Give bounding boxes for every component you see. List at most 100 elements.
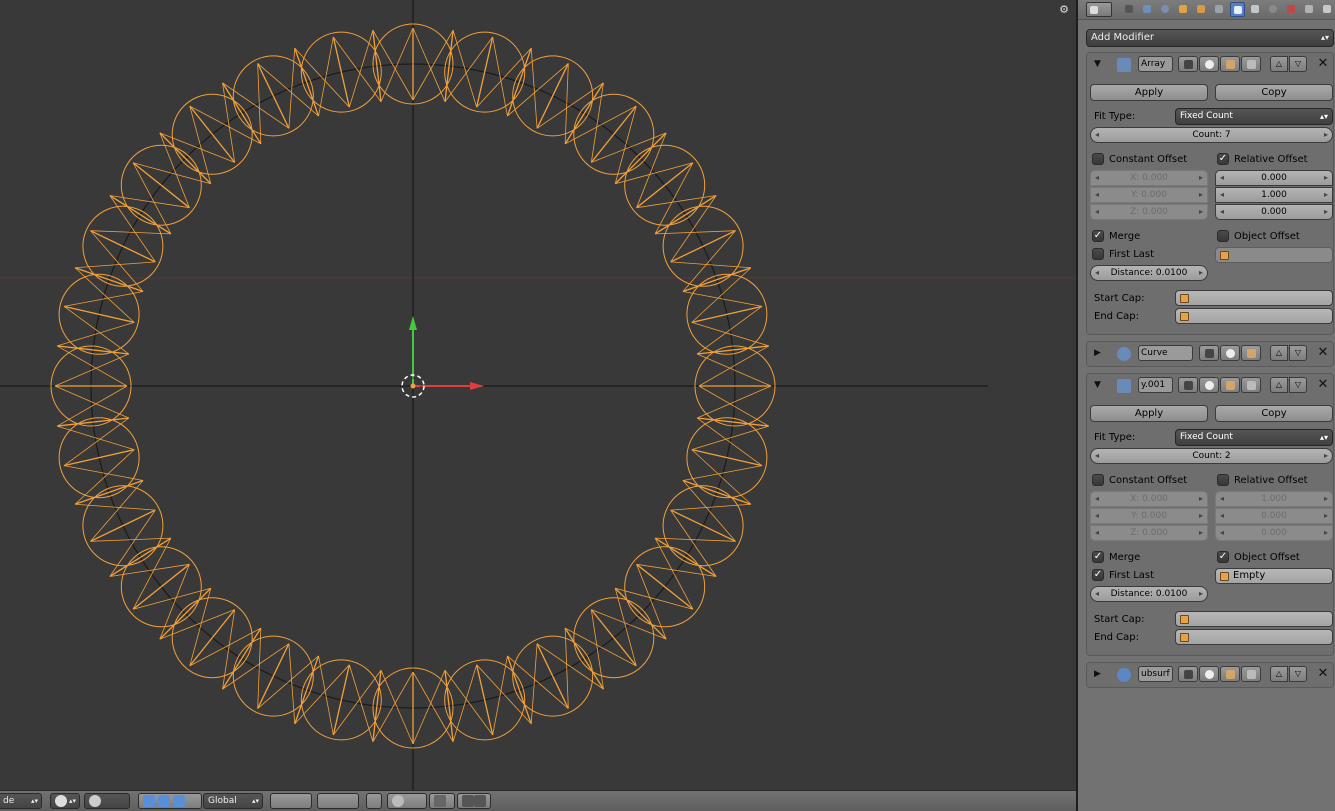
render-context-tab[interactable] — [1122, 2, 1137, 17]
constant-offset-checkbox[interactable] — [1092, 474, 1104, 486]
constant-offset-z[interactable]: Z: 0.000 — [1090, 525, 1208, 541]
world-context-tab[interactable] — [1176, 2, 1191, 17]
render-layers-context-tab[interactable] — [1140, 2, 1155, 17]
data-context-tab[interactable] — [1248, 2, 1263, 17]
modifier-name-field[interactable]: ubsurf — [1138, 666, 1173, 682]
render-toggle[interactable] — [1199, 345, 1219, 361]
viewport-toggle[interactable] — [1199, 56, 1219, 72]
move-up-button[interactable]: △ — [1270, 345, 1288, 361]
relative-offset-z[interactable]: 0.000 — [1215, 525, 1333, 541]
gear-icon[interactable]: ⚙ — [1058, 4, 1070, 16]
move-down-button[interactable]: ▽ — [1289, 666, 1307, 682]
modifier-name-field[interactable]: y.001 — [1138, 377, 1173, 393]
constant-offset-y[interactable]: Y: 0.000 — [1090, 187, 1208, 203]
merge-checkbox[interactable]: ✓ — [1092, 230, 1104, 242]
merge-checkbox[interactable]: ✓ — [1092, 551, 1104, 563]
count-field[interactable]: Count: 7 — [1090, 127, 1333, 143]
viewport-toggle[interactable] — [1199, 377, 1219, 393]
relative-offset-y[interactable]: 0.000 — [1215, 508, 1333, 524]
add-modifier-dropdown[interactable]: Add Modifier ▴▾ — [1086, 29, 1334, 47]
count-field[interactable]: Count: 2 — [1090, 448, 1333, 464]
cage-toggle[interactable] — [1241, 377, 1261, 393]
object-offset-field[interactable]: Empty — [1215, 568, 1333, 584]
object-context-tab[interactable] — [1194, 2, 1209, 17]
constant-offset-x[interactable]: X: 0.000 — [1090, 170, 1208, 186]
editor-type-menu[interactable] — [1086, 2, 1112, 17]
viewport-canvas[interactable] — [0, 0, 1076, 790]
fit-type-dropdown[interactable]: Fixed Count ▴▾ — [1175, 429, 1333, 446]
render-toggle[interactable] — [1178, 56, 1198, 72]
render-toggle[interactable] — [1178, 666, 1198, 682]
relative-offset-z[interactable]: 0.000 — [1215, 204, 1333, 220]
modifier-name-field[interactable]: Curve — [1138, 345, 1193, 361]
collapse-triangle-icon[interactable]: ▼ — [1094, 380, 1101, 390]
texture-context-tab[interactable] — [1284, 2, 1299, 17]
object-offset-checkbox[interactable] — [1217, 230, 1229, 242]
constraints-context-tab[interactable] — [1212, 2, 1227, 17]
mode-selector[interactable]: de ▴▾ — [0, 793, 42, 809]
remove-modifier-button[interactable]: ✕ — [1316, 666, 1330, 682]
material-context-tab[interactable] — [1266, 2, 1281, 17]
render-buttons[interactable] — [457, 793, 491, 809]
modifier-name-field[interactable]: Array — [1138, 56, 1173, 72]
viewport-toggle[interactable] — [1199, 666, 1219, 682]
move-down-button[interactable]: ▽ — [1289, 56, 1307, 72]
orientation-selector[interactable]: Global ▴▾ — [203, 793, 263, 809]
first-last-checkbox[interactable]: ✓ — [1092, 569, 1104, 581]
apply-button[interactable]: Apply — [1090, 84, 1208, 101]
editmode-toggle[interactable] — [1241, 345, 1261, 361]
constant-offset-y[interactable]: Y: 0.000 — [1090, 508, 1208, 524]
cage-toggle[interactable] — [1241, 56, 1261, 72]
remove-modifier-button[interactable]: ✕ — [1316, 377, 1330, 393]
viewport-toggle[interactable] — [1220, 345, 1240, 361]
end-cap-field[interactable] — [1175, 308, 1333, 324]
particles-context-tab[interactable] — [1302, 2, 1317, 17]
object-offset-checkbox[interactable]: ✓ — [1217, 551, 1229, 563]
relative-offset-checkbox[interactable] — [1217, 474, 1229, 486]
cage-toggle[interactable] — [1241, 666, 1261, 682]
constant-offset-z[interactable]: Z: 0.000 — [1090, 204, 1208, 220]
move-up-button[interactable]: △ — [1270, 56, 1288, 72]
distance-field[interactable]: Distance: 0.0100 — [1090, 586, 1208, 602]
end-cap-field[interactable] — [1175, 629, 1333, 645]
proportional-editing[interactable] — [387, 793, 427, 809]
collapse-triangle-icon[interactable]: ▼ — [1094, 59, 1101, 69]
start-cap-field[interactable] — [1175, 611, 1333, 627]
render-toggle[interactable] — [1178, 377, 1198, 393]
shading-selector[interactable]: ▴▾ — [50, 793, 80, 809]
pivot-selector[interactable] — [84, 793, 130, 809]
constant-offset-checkbox[interactable] — [1092, 153, 1104, 165]
remove-modifier-button[interactable]: ✕ — [1316, 56, 1330, 72]
scene-context-tab[interactable] — [1158, 2, 1173, 17]
physics-context-tab[interactable] — [1320, 2, 1335, 17]
distance-field[interactable]: Distance: 0.0100 — [1090, 265, 1208, 281]
object-offset-field[interactable] — [1215, 247, 1333, 263]
first-last-checkbox[interactable] — [1092, 248, 1104, 260]
editmode-toggle[interactable] — [1220, 56, 1240, 72]
move-up-button[interactable]: △ — [1270, 377, 1288, 393]
remove-modifier-button[interactable]: ✕ — [1316, 345, 1330, 361]
copy-button[interactable]: Copy — [1215, 84, 1333, 101]
modifiers-context-tab[interactable] — [1230, 2, 1245, 17]
apply-button[interactable]: Apply — [1090, 405, 1208, 422]
relative-offset-x[interactable]: 0.000 — [1215, 170, 1333, 186]
relative-offset-x[interactable]: 1.000 — [1215, 491, 1333, 507]
manipulator-toggles[interactable] — [138, 793, 202, 809]
expand-triangle-icon[interactable]: ▶ — [1094, 348, 1101, 358]
layers-group-2[interactable] — [317, 793, 359, 809]
snap-selector[interactable] — [429, 793, 455, 809]
move-down-button[interactable]: ▽ — [1289, 345, 1307, 361]
layer-lock-button[interactable] — [366, 793, 382, 809]
constant-offset-x[interactable]: X: 0.000 — [1090, 491, 1208, 507]
start-cap-field[interactable] — [1175, 290, 1333, 306]
copy-button[interactable]: Copy — [1215, 405, 1333, 422]
expand-triangle-icon[interactable]: ▶ — [1094, 669, 1101, 679]
move-down-button[interactable]: ▽ — [1289, 377, 1307, 393]
layers-group-1[interactable] — [270, 793, 312, 809]
3d-viewport[interactable]: ⚙ — [0, 0, 1076, 790]
editmode-toggle[interactable] — [1220, 666, 1240, 682]
editmode-toggle[interactable] — [1220, 377, 1240, 393]
relative-offset-checkbox[interactable]: ✓ — [1217, 153, 1229, 165]
fit-type-dropdown[interactable]: Fixed Count ▴▾ — [1175, 108, 1333, 125]
relative-offset-y[interactable]: 1.000 — [1215, 187, 1333, 203]
